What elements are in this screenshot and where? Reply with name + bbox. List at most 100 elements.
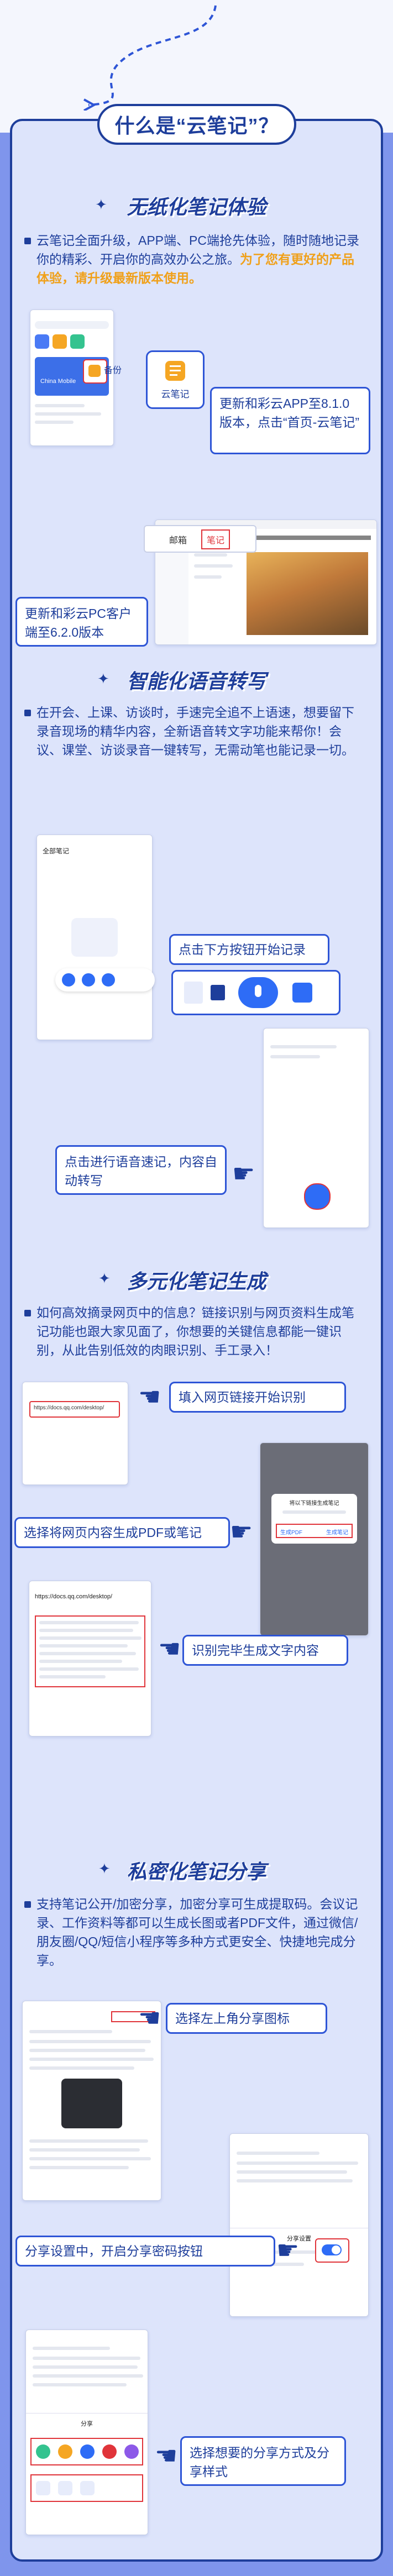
dialog-actions: 生成PDF 生成笔记	[276, 1524, 353, 1538]
text-line	[35, 404, 85, 407]
text-icon[interactable]	[102, 973, 115, 987]
voice-button[interactable]	[304, 1183, 331, 1210]
pc-note-image	[247, 552, 368, 635]
mic-record-button[interactable]	[238, 977, 278, 1008]
share-channels-row	[30, 2438, 143, 2465]
callout-app-update: 更新和彩云APP至8.1.0版本，点击“首页-云笔记”	[210, 387, 370, 454]
dialog-title: 将以下链接生成笔记	[289, 1501, 339, 1507]
recognized-text-screenshot: https://docs.qq.com/desktop/	[29, 1581, 151, 1736]
phone-status-bar	[264, 1029, 369, 1036]
phone-status-bar	[23, 1382, 128, 1390]
notes-app-icon	[165, 361, 185, 381]
mic-icon[interactable]	[82, 973, 95, 987]
section2-text: 在开会、上课、访谈时，手速完全追不上语速，想要留下录音现场的精华内容，全新语音转…	[36, 705, 354, 757]
phone-status-bar	[230, 2134, 368, 2142]
doc-icon[interactable]	[184, 982, 203, 1004]
recognized-text-block	[35, 1615, 145, 1687]
share-sheet-title: 分享	[81, 2421, 93, 2427]
share-styles-row	[30, 2474, 143, 2502]
bullet	[24, 238, 31, 244]
pointing-hand-icon: ☛	[230, 1517, 253, 1546]
text-line	[270, 1055, 320, 1058]
callout-url: 填入网页链接开始识别	[169, 1382, 346, 1413]
phone-title: 全部笔记	[43, 847, 70, 855]
pointing-hand-icon: ☚	[138, 1382, 161, 1411]
pdf-dialog-screenshot: 将以下链接生成笔记 生成PDF 生成笔记	[260, 1442, 369, 1636]
voice-phone-screenshot: 全部笔记	[36, 835, 153, 1040]
text-line	[194, 575, 222, 579]
decorative-dashed-curve	[83, 5, 217, 111]
section3-title: 多元化笔记生成	[127, 1270, 266, 1293]
callout-share-icon: 选择左上角分享图标	[166, 2003, 327, 2034]
app-icon	[70, 334, 85, 349]
link-icon[interactable]	[80, 2481, 95, 2495]
pc-tab-mail[interactable]: 邮箱	[169, 533, 187, 546]
convert-dialog: 将以下链接生成笔记 生成PDF 生成笔记	[271, 1494, 357, 1544]
pointing-hand-icon: ☛	[276, 2236, 300, 2264]
text-line	[194, 553, 227, 557]
pointing-hand-icon: ☚	[155, 2441, 178, 2470]
app-search-bar	[35, 321, 109, 329]
url-text: https://docs.qq.com/desktop/	[34, 1405, 104, 1411]
pointing-hand-icon: ☚	[138, 2003, 161, 2032]
image-icon[interactable]	[292, 983, 312, 1003]
callout-recognized: 识别完毕生成文字内容	[182, 1635, 348, 1666]
url-input-field[interactable]: https://docs.qq.com/desktop/	[29, 1401, 120, 1418]
notes-app-tile[interactable]: 云笔记	[146, 350, 205, 409]
share-sheet: 分享	[26, 2413, 148, 2535]
password-toggle[interactable]	[322, 2244, 342, 2255]
qq-icon[interactable]	[80, 2444, 95, 2459]
generate-pdf-button[interactable]: 生成PDF	[280, 1528, 302, 1536]
app-side-label: 备份	[104, 366, 122, 375]
empty-illustration	[71, 918, 118, 957]
section2-title: 智能化语音转写	[127, 670, 266, 692]
callout-transcribe: 点击进行语音速记，内容自动转写	[55, 1145, 227, 1195]
password-toggle-highlight	[315, 2238, 349, 2263]
transcribe-phone-screenshot	[263, 1028, 369, 1228]
bullet	[24, 710, 31, 716]
section1-text: 云笔记全面升级，APP端、PC端抢先体验，随时随地记录你的精彩、开启你的高效办公…	[36, 231, 363, 287]
callout-pc-update: 更新和彩云PC客户端至6.2.0版本	[15, 597, 148, 647]
callout-password: 分享设置中，开启分享密码按钮	[15, 2236, 275, 2267]
recognized-url: https://docs.qq.com/desktop/	[35, 1593, 113, 1600]
record-toolbar	[55, 968, 155, 991]
page-title: 什么是“云笔记”？	[97, 104, 296, 145]
pointing-hand-icon: ☚	[158, 1634, 181, 1663]
text-icon[interactable]	[211, 985, 225, 1000]
record-toolbar-zoom	[171, 970, 340, 1015]
pdf-icon[interactable]	[58, 2481, 72, 2495]
app-brand-text: China Mobile	[40, 378, 76, 385]
share-settings-screenshot: 分享设置	[229, 2133, 369, 2317]
long-image-icon[interactable]	[36, 2481, 50, 2495]
phone-status-bar	[37, 835, 152, 843]
section3-text: 如何高效摘录网页中的信息？链接识别与网页资料生成笔记功能也跟大家见面了，你想要的…	[36, 1305, 354, 1357]
moments-icon[interactable]	[58, 2444, 72, 2459]
pc-tabs-zoom: 邮箱 笔记	[144, 525, 256, 553]
section4-title: 私密化笔记分享	[127, 1860, 266, 1883]
camera-icon[interactable]	[62, 973, 75, 987]
section4-text: 支持笔记公开/加密分享，加密分享可生成提取码。会议记录、工作资料等都可以生成长图…	[36, 1897, 358, 1968]
pc-tab-notes[interactable]: 笔记	[201, 529, 230, 549]
generate-note-button[interactable]: 生成笔记	[326, 1528, 348, 1536]
notes-app-label: 云笔记	[161, 389, 190, 400]
sms-icon[interactable]	[102, 2444, 117, 2459]
app-icon	[35, 334, 49, 349]
callout-share-style: 选择想要的分享方式及分享样式	[180, 2436, 346, 2486]
share-popover	[61, 2079, 122, 2128]
wechat-icon[interactable]	[36, 2444, 50, 2459]
pointing-hand-icon: ☛	[232, 1159, 255, 1188]
text-line	[282, 1510, 346, 1514]
text-line	[270, 1045, 337, 1048]
link-input-screenshot: https://docs.qq.com/desktop/	[22, 1382, 128, 1485]
callout-start-record: 点击下方按钮开始记录	[169, 934, 329, 965]
bullet	[24, 1901, 31, 1908]
app-icon	[53, 334, 67, 349]
pc-note-title	[244, 536, 371, 540]
text-line	[35, 421, 74, 424]
mini-program-icon[interactable]	[124, 2444, 139, 2459]
phone-status-bar	[30, 310, 113, 318]
share-sheet-screenshot: 分享	[25, 2330, 148, 2535]
text-line	[35, 412, 101, 416]
text-line	[194, 564, 233, 568]
callout-pdf: 选择将网页内容生成PDF或笔记	[14, 1517, 230, 1548]
